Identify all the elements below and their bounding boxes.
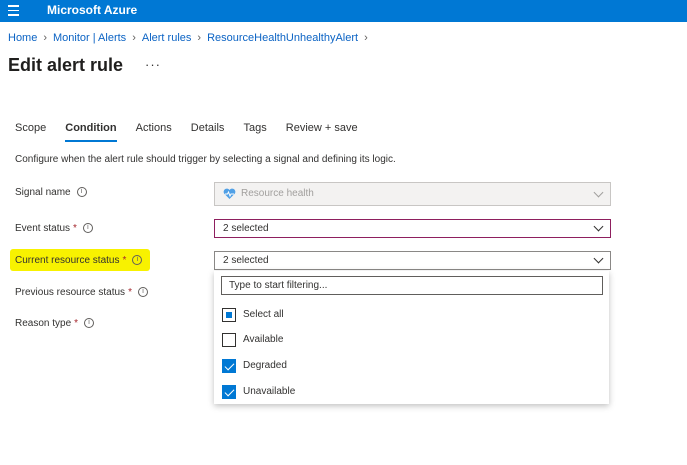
tab-review-save[interactable]: Review + save [286, 122, 358, 140]
tab-actions[interactable]: Actions [136, 122, 172, 140]
chevron-right-icon: › [43, 32, 48, 44]
info-icon[interactable]: i [82, 223, 93, 234]
checkbox-checked[interactable] [222, 385, 236, 399]
breadcrumb-home[interactable]: Home [8, 32, 37, 44]
tab-condition[interactable]: Condition [65, 122, 117, 142]
tab-scope[interactable]: Scope [15, 122, 46, 140]
top-bar: Microsoft Azure [0, 0, 687, 22]
breadcrumb-monitor-alerts[interactable]: Monitor | Alerts [53, 32, 126, 44]
tab-details[interactable]: Details [191, 122, 225, 140]
event-status-select[interactable]: 2 selected [214, 219, 611, 238]
info-icon[interactable]: i [132, 255, 143, 266]
heart-pulse-icon [223, 188, 236, 199]
chevron-right-icon: › [132, 32, 136, 44]
info-icon[interactable]: i [137, 287, 148, 298]
current-resource-status-select[interactable]: 2 selected [214, 251, 611, 270]
previous-resource-status-label: Previous resource status * i [15, 287, 148, 298]
tab-tags[interactable]: Tags [243, 122, 266, 140]
breadcrumb-resource-health-alert[interactable]: ResourceHealthUnhealthyAlert [207, 32, 358, 44]
checkbox-unchecked[interactable] [222, 333, 236, 347]
condition-description: Configure when the alert rule should tri… [15, 154, 396, 165]
chevron-down-icon [593, 221, 604, 232]
more-options-button[interactable]: ··· [145, 57, 161, 72]
breadcrumb-alert-rules[interactable]: Alert rules [142, 32, 192, 44]
reason-type-label: Reason type * i [15, 318, 95, 329]
info-icon[interactable]: i [84, 318, 95, 329]
chevron-right-icon: › [364, 32, 368, 44]
signal-name-select: Resource health [214, 182, 611, 206]
chevron-up-icon [593, 253, 604, 264]
event-status-label: Event status * i [15, 223, 93, 234]
status-dropdown-panel: Type to start filtering... Select all Av… [214, 271, 609, 404]
page-title: Edit alert rule [8, 55, 124, 75]
breadcrumb: Home › Monitor | Alerts › Alert rules › Resour… [8, 32, 374, 44]
brand-name[interactable]: Microsoft Azure [47, 3, 137, 17]
current-resource-status-label: Current resource status * i [15, 255, 143, 266]
info-icon[interactable]: i [76, 187, 87, 198]
checkbox-indeterminate[interactable] [222, 308, 236, 322]
tab-bar: Scope Condition Actions Details Tags Rev… [15, 122, 374, 142]
checkbox-checked[interactable] [222, 359, 236, 373]
signal-name-label: Signal name i [15, 187, 87, 198]
chevron-right-icon: › [197, 32, 202, 44]
chevron-down-icon [593, 187, 604, 198]
filter-input[interactable]: Type to start filtering... [221, 276, 603, 295]
hamburger-icon[interactable] [8, 5, 19, 16]
